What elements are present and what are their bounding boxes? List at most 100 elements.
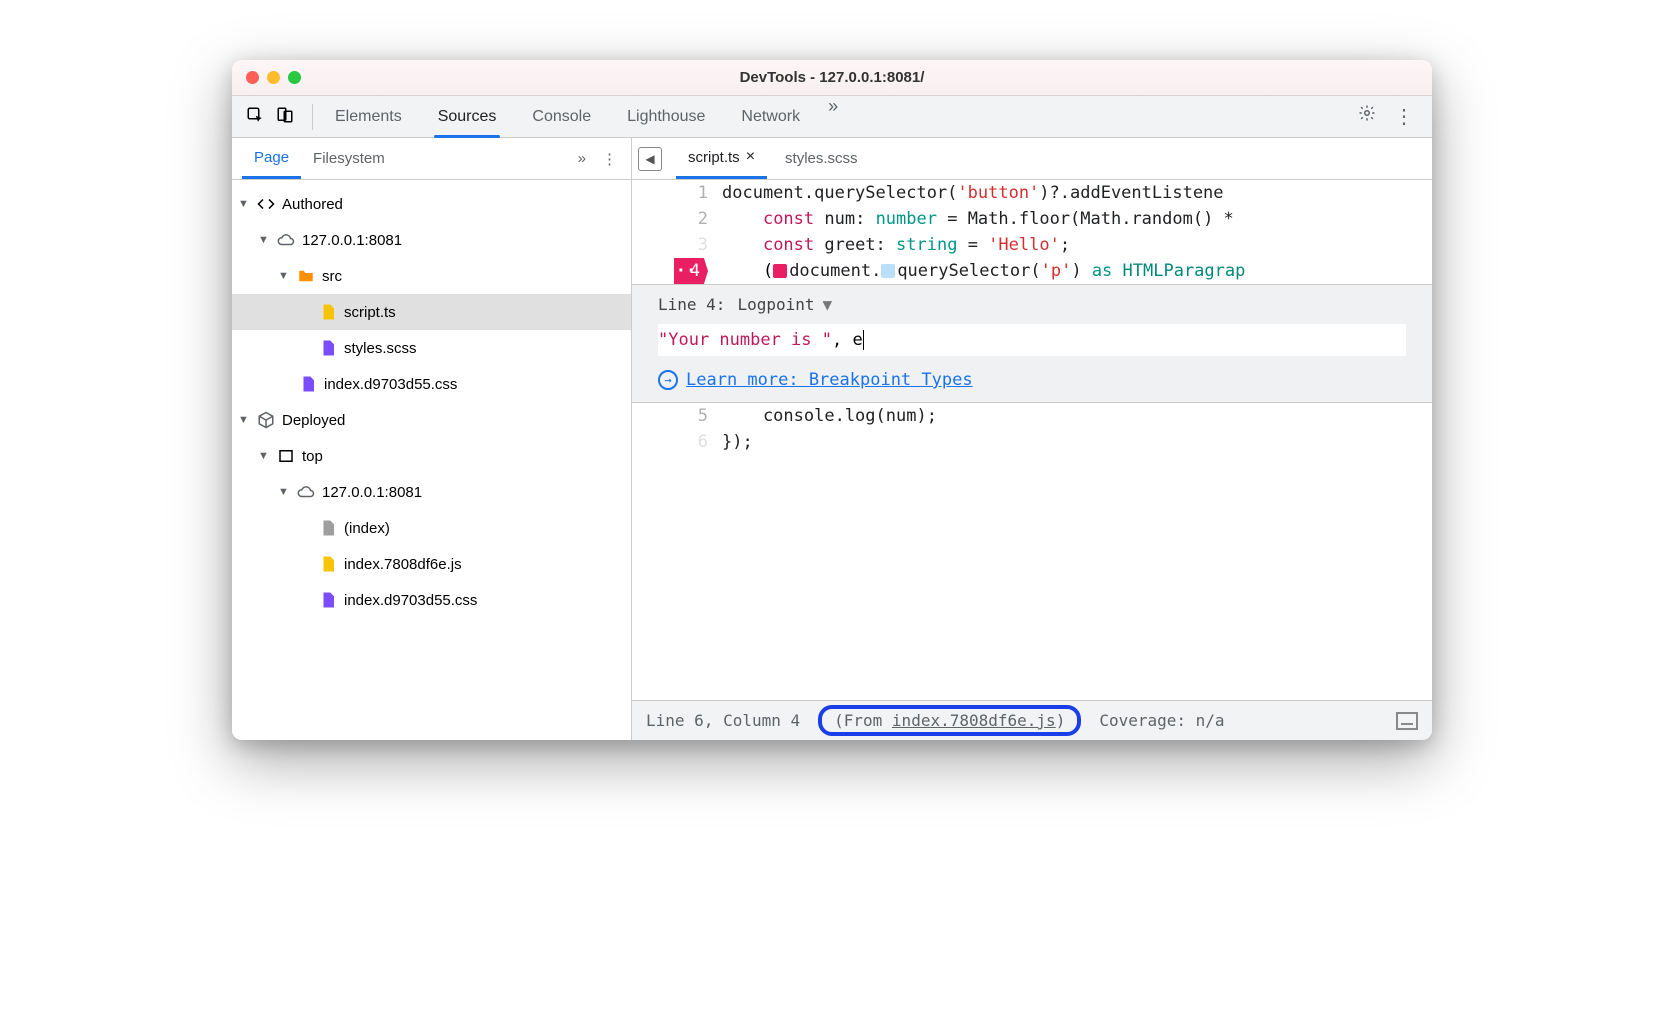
column-marker-icon — [773, 264, 787, 278]
toggle-drawer-icon[interactable] — [1396, 712, 1418, 730]
line-number[interactable]: 2 — [632, 206, 708, 232]
tree-label: (index) — [344, 520, 390, 537]
logpoint-expression-input[interactable]: "Your number is ", e — [658, 324, 1406, 356]
file-icon — [318, 518, 338, 538]
code-line[interactable]: const num: number = Math.floor(Math.rand… — [722, 206, 1432, 232]
frame-icon — [276, 446, 296, 466]
file-tab-label: styles.scss — [785, 150, 858, 167]
line-number[interactable]: 1 — [632, 180, 708, 206]
editor-pane: ◀ script.ts × styles.scss 1 2 3 4 — [632, 138, 1432, 740]
line-number[interactable]: 5 — [632, 403, 708, 429]
tree-label: Deployed — [282, 412, 345, 429]
tree-label: 127.0.0.1:8081 — [322, 484, 422, 501]
tab-lighthouse[interactable]: Lighthouse — [609, 96, 723, 137]
learn-more-link[interactable]: → Learn more: Breakpoint Types — [658, 370, 1406, 390]
navigator-tabs: Page Filesystem » ⋮ — [232, 138, 631, 180]
gutter[interactable]: 1 2 3 4 — [632, 180, 722, 284]
file-tab-stylesscss[interactable]: styles.scss — [773, 138, 870, 179]
tree-file-indexcss2[interactable]: index.d9703d55.css — [232, 582, 631, 618]
code-line[interactable]: console.log(num); — [722, 403, 1432, 429]
file-css-icon — [318, 338, 338, 358]
source-map-link[interactable]: index.7808df6e.js — [892, 711, 1056, 730]
window-title: DevTools - 127.0.0.1:8081/ — [232, 69, 1432, 86]
file-tabs: ◀ script.ts × styles.scss — [632, 138, 1432, 180]
titlebar: DevTools - 127.0.0.1:8081/ — [232, 60, 1432, 96]
coverage-status: Coverage: n/a — [1099, 711, 1224, 730]
more-side-tabs-chevron-icon[interactable]: » — [578, 150, 586, 168]
file-tab-scriptts[interactable]: script.ts × — [676, 138, 767, 179]
tree-label: top — [302, 448, 323, 465]
tree-file-indexjs[interactable]: index.7808df6e.js — [232, 546, 631, 582]
file-tab-label: script.ts — [688, 149, 740, 166]
code-line[interactable]: }); — [722, 429, 1432, 455]
code[interactable]: document.querySelector('button')?.addEve… — [722, 180, 1432, 284]
chevron-down-icon: ▼ — [278, 486, 290, 498]
navigator-toggle-icon[interactable]: ◀ — [638, 147, 662, 171]
inspect-element-icon[interactable] — [246, 106, 264, 128]
tree-file-stylesscss[interactable]: styles.scss — [232, 330, 631, 366]
tab-elements[interactable]: Elements — [317, 96, 420, 137]
tree-file-indexcss[interactable]: index.d9703d55.css — [232, 366, 631, 402]
settings-gear-icon[interactable] — [1358, 104, 1376, 129]
tree-file-index[interactable]: (index) — [232, 510, 631, 546]
close-tab-icon[interactable]: × — [746, 149, 755, 165]
code-area: 1 2 3 4 document.querySelector('button')… — [632, 180, 1432, 740]
code-icon — [256, 194, 276, 214]
tree-label: script.ts — [344, 304, 396, 321]
kebab-menu-icon[interactable]: ⋮ — [1394, 104, 1416, 129]
file-js-icon — [318, 554, 338, 574]
status-bar: Line 6, Column 4 (From index.7808df6e.js… — [632, 700, 1432, 740]
line-number[interactable]: 6 — [632, 429, 708, 455]
tree-group-deployed[interactable]: ▼ Deployed — [232, 402, 631, 438]
devtools-window: DevTools - 127.0.0.1:8081/ Elements Sour… — [232, 60, 1432, 740]
breakpoint-gutter-row[interactable]: 4 — [632, 258, 708, 284]
more-tabs-chevron-icon[interactable]: » — [818, 96, 848, 137]
side-tab-page[interactable]: Page — [242, 138, 301, 179]
main-tabs: Elements Sources Console Lighthouse Netw… — [317, 96, 848, 137]
tree-folder-src[interactable]: ▼ src — [232, 258, 631, 294]
column-marker-icon — [881, 264, 895, 278]
arrow-right-circle-icon: → — [658, 370, 678, 390]
tab-network[interactable]: Network — [723, 96, 818, 137]
logpoint-panel: Line 4: Logpoint ▼ "Your number is ", e … — [632, 284, 1432, 403]
logpoint-line-label: Line 4: — [658, 295, 725, 314]
file-css-icon — [318, 590, 338, 610]
tree-file-scriptts[interactable]: script.ts — [232, 294, 631, 330]
cursor-position: Line 6, Column 4 — [646, 711, 800, 730]
tree-group-authored[interactable]: ▼ Authored — [232, 186, 631, 222]
tree-label: styles.scss — [344, 340, 417, 357]
cloud-icon — [296, 482, 316, 502]
tree-host2[interactable]: ▼ 127.0.0.1:8081 — [232, 474, 631, 510]
folder-icon — [296, 266, 316, 286]
breakpoint-type-dropdown[interactable]: Logpoint ▼ — [737, 295, 832, 314]
file-tree: ▼ Authored ▼ 127.0.0.1:8081 ▼ src script… — [232, 180, 631, 740]
device-toggle-icon[interactable] — [276, 106, 294, 128]
chevron-down-icon: ▼ — [238, 414, 250, 426]
breakpoint-type-value: Logpoint — [737, 295, 814, 314]
learn-more-text[interactable]: Learn more: Breakpoint Types — [686, 370, 973, 390]
navigator-sidebar: Page Filesystem » ⋮ ▼ Authored ▼ 127.0.0… — [232, 138, 632, 740]
main-toolbar: Elements Sources Console Lighthouse Netw… — [232, 96, 1432, 138]
gutter[interactable]: 5 6 — [632, 403, 722, 455]
tab-console[interactable]: Console — [514, 96, 609, 137]
file-css-icon — [298, 374, 318, 394]
code[interactable]: console.log(num); }); — [722, 403, 1432, 455]
tree-label: index.7808df6e.js — [344, 556, 462, 573]
chevron-down-icon: ▼ — [278, 270, 290, 282]
file-js-icon — [318, 302, 338, 322]
chevron-down-icon: ▼ — [258, 234, 270, 246]
side-kebab-icon[interactable]: ⋮ — [602, 150, 617, 168]
tree-label: index.d9703d55.css — [324, 376, 457, 393]
code-line[interactable]: (document.querySelector('p') as HTMLPara… — [722, 258, 1432, 284]
separator — [312, 104, 313, 130]
tree-host[interactable]: ▼ 127.0.0.1:8081 — [232, 222, 631, 258]
line-number[interactable]: 3 — [632, 232, 708, 258]
side-tab-filesystem[interactable]: Filesystem — [301, 138, 397, 179]
tree-top[interactable]: ▼ top — [232, 438, 631, 474]
tab-sources[interactable]: Sources — [420, 96, 515, 137]
chevron-down-icon: ▼ — [823, 295, 833, 314]
source-map-origin: (From index.7808df6e.js) — [818, 705, 1081, 736]
code-line[interactable]: document.querySelector('button')?.addEve… — [722, 180, 1432, 206]
package-icon — [256, 410, 276, 430]
code-line[interactable]: const greet: string = 'Hello'; — [722, 232, 1432, 258]
